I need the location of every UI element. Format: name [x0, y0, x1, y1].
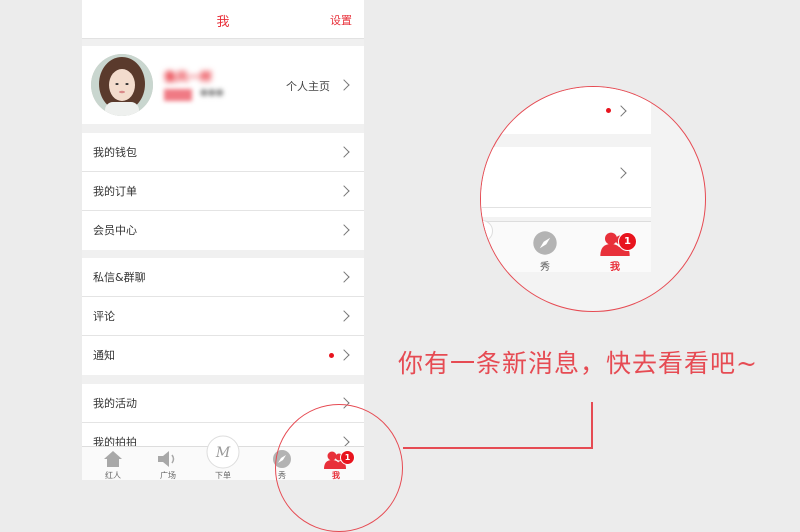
chevron-right-icon	[338, 310, 350, 322]
tab-label: 下单	[215, 471, 231, 480]
tab-xiadan[interactable]: M 下单	[195, 435, 251, 480]
callout-line-horizontal	[403, 447, 593, 449]
menu-item-orders[interactable]: 我的订单	[82, 172, 364, 211]
zoom-row-activities	[481, 147, 651, 217]
vip-badge	[164, 89, 192, 101]
partial-tab-circle	[481, 220, 493, 242]
zoom-magnifier-circle: 秀 1 我	[480, 86, 706, 312]
zoom-notification-badge: 1	[618, 232, 637, 251]
callout-line-vertical	[591, 402, 593, 449]
menu-item-notifications[interactable]: 通知	[82, 336, 364, 375]
chevron-right-icon	[338, 349, 350, 361]
menu-item-label: 评论	[93, 310, 115, 323]
svg-text:M: M	[215, 445, 231, 461]
avatar[interactable]	[91, 54, 153, 116]
top-nav-bar: 我 设置	[82, 0, 364, 39]
compass-icon	[533, 231, 557, 255]
chevron-right-icon	[338, 185, 350, 197]
page-title: 我	[216, 15, 230, 30]
menu-item-wallet[interactable]: 我的钱包	[82, 133, 364, 172]
menu-item-label: 我的活动	[93, 397, 137, 410]
menu-item-label: 私信&群聊	[93, 271, 146, 284]
chevron-right-icon	[615, 167, 627, 179]
zoom-row-notifications	[481, 87, 651, 134]
zoom-tab-label-xiu: 秀	[540, 262, 550, 273]
profile-card[interactable]: 像风一样 ●●● 个人主页	[82, 46, 364, 124]
settings-button[interactable]: 设置	[330, 12, 352, 28]
menu-item-private-messages[interactable]: 私信&群聊	[82, 258, 364, 297]
zoom-tab-label-wo: 我	[610, 262, 620, 273]
chevron-right-icon	[615, 105, 627, 117]
m-logo-icon: M	[206, 435, 240, 469]
menu-group-messages: 私信&群聊 评论 通知	[82, 258, 364, 375]
home-icon	[104, 451, 122, 467]
menu-item-label: 我的订单	[93, 185, 137, 198]
tab-hongren[interactable]: 红人	[85, 447, 141, 480]
highlight-circle	[275, 404, 403, 532]
menu-item-membership[interactable]: 会员中心	[82, 211, 364, 250]
tab-guangchang[interactable]: 广场	[140, 447, 196, 480]
chevron-right-icon	[338, 146, 350, 158]
unread-dot	[606, 108, 611, 113]
menu-item-label: 我的钱包	[93, 146, 137, 159]
callout-message: 你有一条新消息，快去看看吧~	[398, 349, 758, 378]
chevron-right-icon	[338, 224, 350, 236]
unread-dot	[329, 353, 334, 358]
tab-label: 红人	[105, 471, 121, 480]
homepage-link[interactable]: 个人主页	[286, 78, 330, 94]
chevron-right-icon	[338, 271, 350, 283]
username: 像风一样	[164, 70, 213, 84]
menu-item-label: 会员中心	[93, 224, 137, 237]
tab-label: 广场	[160, 471, 176, 480]
badge-count: 1	[624, 236, 631, 247]
chevron-right-icon	[338, 79, 350, 91]
menu-item-label: 通知	[93, 349, 115, 362]
zoom-tab-bar: 秀 1 我	[481, 220, 651, 273]
divider	[481, 207, 651, 208]
menu-group-account: 我的钱包 我的订单 会员中心	[82, 133, 364, 250]
speaker-icon	[158, 451, 175, 467]
menu-item-comments[interactable]: 评论	[82, 297, 364, 336]
user-level-text: ●●●	[200, 88, 224, 98]
